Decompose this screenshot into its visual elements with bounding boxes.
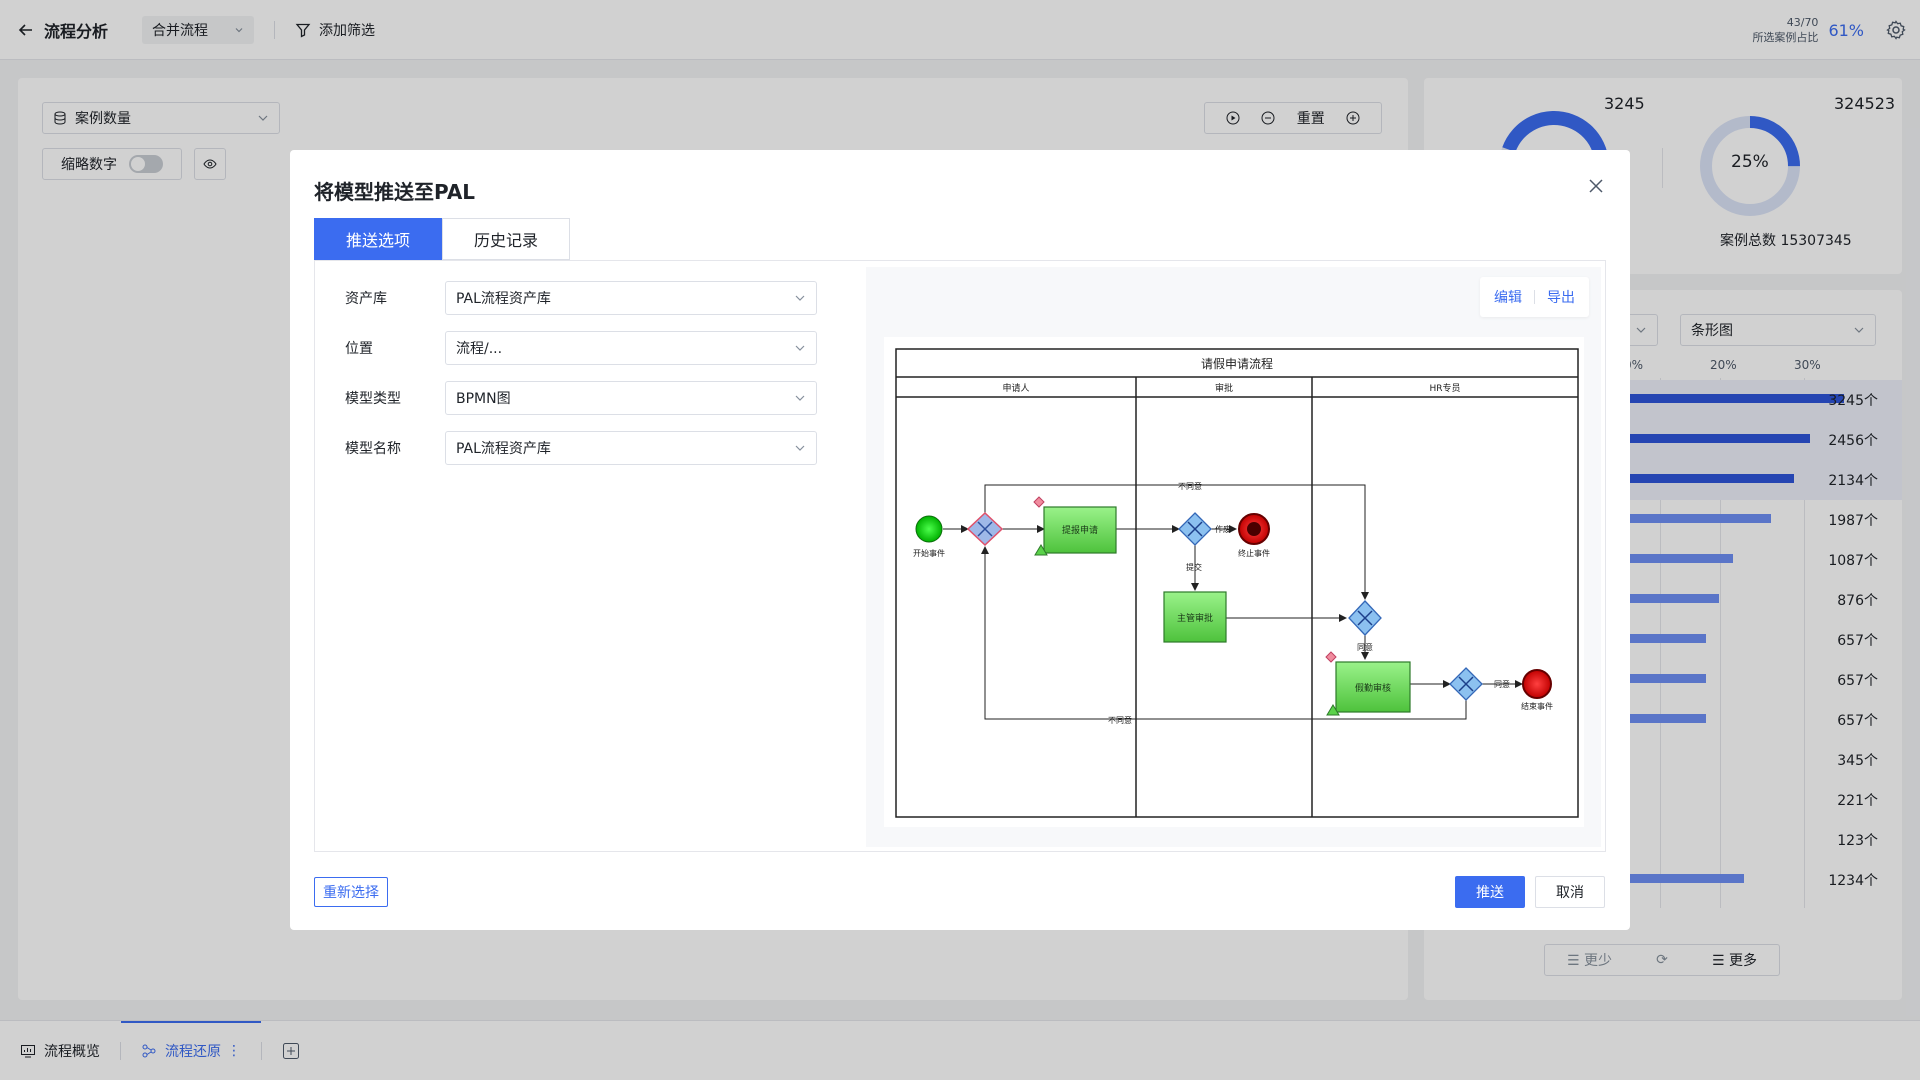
start-event-label: 开始事件 [913,548,945,558]
close-icon[interactable] [1586,176,1606,196]
chevron-down-icon [795,295,805,301]
chevron-down-icon [795,345,805,351]
flow-label-disagree-bottom: 不同意 [1108,715,1132,725]
end-event-label: 结束事件 [1521,701,1553,711]
form-row-location: 位置 流程/... [345,331,817,365]
task-hr-label: 假勤审核 [1355,682,1391,694]
flow-label-void: 作废 [1215,524,1231,534]
tab-push-options[interactable]: 推送选项 [314,218,442,260]
form-row-model-name: 模型名称 PAL流程资产库 [345,431,817,465]
end-event: 结束事件 [1521,669,1553,711]
model-name-select[interactable]: PAL流程资产库 [445,431,817,465]
flow-label-submit: 提交 [1186,562,1202,572]
lane-hr: HR专员 [1429,382,1460,394]
edit-button[interactable]: 编辑 [1494,287,1522,307]
terminate-event-label: 终止事件 [1238,548,1270,558]
task-hr-review: 假勤审核 [1325,651,1411,716]
flow-label-agree-2: 同意 [1494,679,1510,689]
gateway-final [1449,667,1483,701]
gateway-approval [1178,512,1212,546]
asset-library-value: PAL流程资产库 [456,291,551,307]
location-label: 位置 [345,341,373,357]
reselect-button[interactable]: 重新选择 [314,877,388,907]
gateway-hr [1348,600,1382,636]
dialog-title: 将模型推送至PAL [314,180,476,204]
model-preview: 编辑 导出 请假申请流程 申请人 审批 HR专员 不同意 不同意 作废 提交 同… [866,267,1601,847]
push-button[interactable]: 推送 [1455,876,1525,908]
chevron-down-icon [795,445,805,451]
lane-approval: 审批 [1215,382,1233,394]
task-manager-approval: 主管审批 [1163,591,1227,643]
pool-frame [895,348,1579,818]
task-manager-label: 主管审批 [1177,612,1213,624]
flow-label-disagree-top: 不同意 [1178,481,1202,491]
lane-applicant: 申请人 [1002,382,1029,394]
chevron-down-icon [795,395,805,401]
model-name-value: PAL流程资产库 [456,441,551,457]
model-type-select[interactable]: BPMN图 [445,381,817,415]
asset-library-select[interactable]: PAL流程资产库 [445,281,817,315]
tab-history[interactable]: 历史记录 [442,218,570,260]
preview-actions: 编辑 导出 [1480,277,1589,317]
location-select[interactable]: 流程/... [445,331,817,365]
bpmn-diagram: 请假申请流程 申请人 审批 HR专员 不同意 不同意 作废 提交 同意 同意 开… [884,337,1584,827]
model-name-label: 模型名称 [345,441,401,457]
form-row-asset-library: 资产库 PAL流程资产库 [345,281,817,315]
gateway-merge [966,511,1004,547]
dialog-content: 资产库 PAL流程资产库 位置 流程/... 模型类型 BPMN图 模型名称 P… [314,260,1606,852]
start-event [915,515,943,543]
cancel-button[interactable]: 取消 [1535,876,1605,908]
form-row-model-type: 模型类型 BPMN图 [345,381,817,415]
pool-title: 请假申请流程 [1201,356,1273,371]
divider [1534,290,1535,304]
task-apply-label: 提报申请 [1062,524,1098,536]
task-apply: 提报申请 [1033,496,1117,556]
asset-library-label: 资产库 [345,291,387,307]
export-button[interactable]: 导出 [1547,287,1575,307]
push-to-pal-dialog: 将模型推送至PAL 推送选项 历史记录 资产库 PAL流程资产库 位置 流程/.… [290,150,1630,930]
model-type-label: 模型类型 [345,391,401,407]
flow-label-agree: 同意 [1357,642,1373,652]
dialog-tabs: 推送选项 历史记录 [314,218,570,260]
location-value: 流程/... [456,341,503,357]
terminate-event: 终止事件 [1238,513,1270,558]
model-type-value: BPMN图 [456,391,511,407]
